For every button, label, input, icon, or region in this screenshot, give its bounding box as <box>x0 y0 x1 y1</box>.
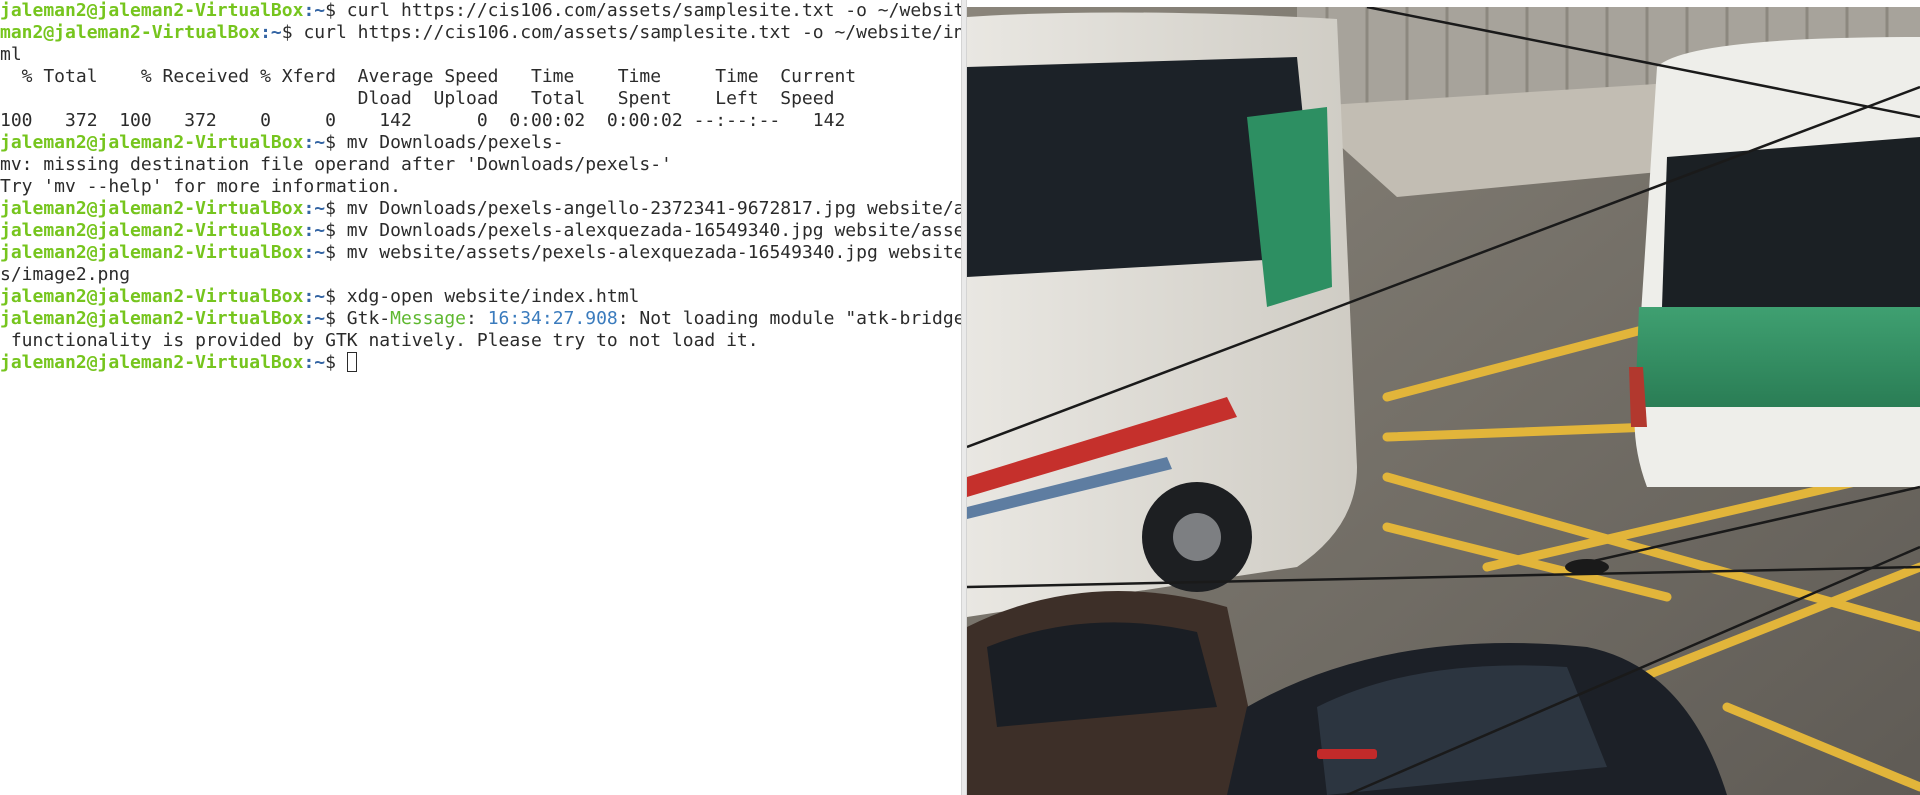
prompt-path: :~ <box>303 132 326 153</box>
prompt-user-host: jaleman2@jaleman2-VirtualBox <box>0 308 304 329</box>
prompt-user-host: jaleman2@jaleman2-VirtualBox <box>0 198 304 219</box>
terminal-text: Try 'mv --help' for more information. <box>0 176 401 197</box>
terminal-line: Try 'mv --help' for more information. <box>0 176 961 198</box>
terminal-text: s/image2.png <box>0 264 131 285</box>
desktop-screen: jaleman2@jaleman2-VirtualBox:~$ curl htt… <box>0 0 1920 795</box>
prompt-path: :~ <box>303 308 326 329</box>
terminal-text: $ mv Downloads/pexels-angello-2372341-96… <box>325 198 961 219</box>
prompt-path: :~ <box>303 242 326 263</box>
prompt-user-host: jaleman2@jaleman2-VirtualBox <box>0 352 304 373</box>
terminal-text: $ mv Downloads/pexels- <box>325 132 564 153</box>
terminal-text: functionality is provided by GTK nativel… <box>0 330 759 351</box>
terminal-line: jaleman2@jaleman2-VirtualBox:~$ mv Downl… <box>0 198 961 220</box>
terminal-text: $ mv Downloads/pexels-alexquezada-165493… <box>325 220 961 241</box>
prompt-path: :~ <box>303 0 326 21</box>
terminal-text: Dload Upload Total Spent Left Speed <box>0 88 835 109</box>
terminal-text: ml <box>0 44 22 65</box>
terminal-text: 100 372 100 372 0 0 142 0 0:00:02 0:00:0… <box>0 110 846 131</box>
terminal-line: s/image2.png <box>0 264 961 286</box>
terminal-text: $ curl https://cis106.com/assets/samples… <box>281 22 961 43</box>
terminal-text: mv: missing destination file operand aft… <box>0 154 672 175</box>
terminal-line: functionality is provided by GTK nativel… <box>0 330 961 352</box>
terminal-text: $ xdg-open website/index.html <box>325 286 640 307</box>
terminal-line: Dload Upload Total Spent Left Speed <box>0 88 961 110</box>
gtk-message-label: Message <box>390 308 467 329</box>
terminal-window[interactable]: jaleman2@jaleman2-VirtualBox:~$ curl htt… <box>0 0 961 795</box>
terminal-text: $ Gtk- <box>325 308 391 329</box>
terminal-line: % Total % Received % Xferd Average Speed… <box>0 66 961 88</box>
terminal-text: $ curl https://cis106.com/assets/samples… <box>325 0 961 21</box>
terminal-line: jaleman2@jaleman2-VirtualBox:~$ curl htt… <box>0 0 961 22</box>
street-photo <box>967 7 1920 795</box>
text-cursor <box>346 352 357 372</box>
prompt-user-host: jaleman2@jaleman2-VirtualBox <box>0 0 304 21</box>
terminal-text: % Total % Received % Xferd Average Speed… <box>0 66 857 87</box>
terminal-text: : Not loading module "atk-bridge": The <box>617 308 961 329</box>
prompt-path: :~ <box>303 352 326 373</box>
terminal-text: $ mv website/assets/pexels-alexquezada-1… <box>325 242 961 263</box>
terminal-line: jaleman2@jaleman2-VirtualBox:~$ Gtk-Mess… <box>0 308 961 330</box>
terminal-line: jaleman2@jaleman2-VirtualBox:~$ mv Downl… <box>0 132 961 154</box>
terminal-line: mv: missing destination file operand aft… <box>0 154 961 176</box>
terminal-line: jaleman2@jaleman2-VirtualBox:~$ mv Downl… <box>0 220 961 242</box>
prompt-path: :~ <box>303 220 326 241</box>
prompt-user-host: jaleman2@jaleman2-VirtualBox <box>0 286 304 307</box>
prompt-user-host: jaleman2@jaleman2-VirtualBox <box>0 132 304 153</box>
prompt-user-host: jaleman2@jaleman2-VirtualBox <box>0 242 304 263</box>
terminal-line: man2@jaleman2-VirtualBox:~$ curl https:/… <box>0 22 961 44</box>
image-viewer-window[interactable] <box>967 0 1920 795</box>
terminal-line: ml <box>0 44 961 66</box>
prompt-user-host: jaleman2@jaleman2-VirtualBox <box>0 220 304 241</box>
terminal-text: : <box>466 308 488 329</box>
prompt-path: :~ <box>260 22 282 43</box>
terminal-line: jaleman2@jaleman2-VirtualBox:~$ mv websi… <box>0 242 961 264</box>
log-timestamp: 16:34:27.908 <box>487 308 618 329</box>
prompt-path: :~ <box>303 198 326 219</box>
photo-street-buses-icon <box>967 7 1920 795</box>
prompt-path: :~ <box>303 286 326 307</box>
terminal-text: $ <box>325 352 347 373</box>
terminal-line: jaleman2@jaleman2-VirtualBox:~$ xdg-open… <box>0 286 961 308</box>
terminal-output[interactable]: jaleman2@jaleman2-VirtualBox:~$ curl htt… <box>0 0 961 374</box>
prompt-user-host: man2@jaleman2-VirtualBox <box>0 22 261 43</box>
terminal-line: 100 372 100 372 0 0 142 0 0:00:02 0:00:0… <box>0 110 961 132</box>
terminal-line: jaleman2@jaleman2-VirtualBox:~$ <box>0 352 961 374</box>
